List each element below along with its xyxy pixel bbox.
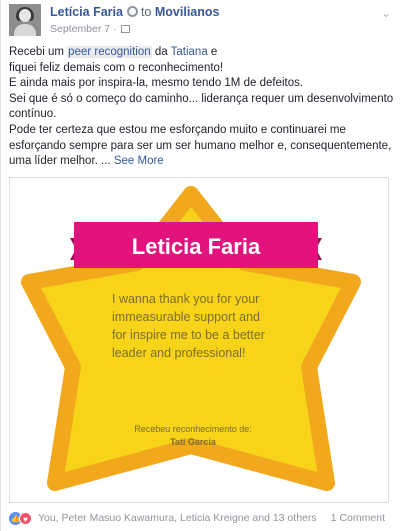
avatar-face: [19, 9, 31, 22]
author-avatar[interactable]: [9, 4, 41, 36]
message-line: immeasurable support and: [112, 310, 260, 324]
recognition-card-graphic: Leticia Faria I wanna thank you for your…: [21, 186, 361, 491]
see-more-link[interactable]: See More: [114, 155, 164, 167]
to-label: to: [140, 5, 152, 19]
meta-separator: ·: [113, 23, 117, 35]
post-footer: 👍 ♥ You, Peter Masuo Kawamura, Leticia K…: [9, 511, 399, 527]
post-line: uma líder melhor. ... See More: [9, 154, 399, 170]
banner-name: Leticia Faria: [132, 234, 261, 259]
message-line: I wanna thank you for your: [112, 292, 259, 306]
tagged-user-tatiana[interactable]: Tatiana: [171, 46, 208, 58]
post-line: esforçando sempre para ser um ser humano…: [9, 139, 392, 152]
author-line: Letícia Faria to Movilianos: [50, 5, 219, 19]
post-meta: September 7 ·: [50, 23, 131, 35]
text-segment: Recebi um: [9, 46, 68, 58]
chevron-down-icon[interactable]: ⌄: [381, 6, 391, 20]
verified-icon: [126, 6, 138, 17]
author-name[interactable]: Letícia Faria: [50, 5, 123, 19]
text-segment: da: [151, 46, 171, 58]
received-from: Tati Garcia: [170, 437, 217, 447]
post-line: E ainda mais por inspira-la, mesmo tendo…: [9, 77, 304, 90]
comments-count[interactable]: 1 Comment: [331, 512, 385, 524]
text-segment: uma líder melhor. ...: [9, 155, 114, 168]
group-name[interactable]: Movilianos: [155, 5, 220, 19]
post-header: Letícia Faria to Movilianos September 7 ·…: [9, 4, 399, 40]
post-card: Letícia Faria to Movilianos September 7 ·…: [0, 0, 401, 531]
love-icon: ♥: [19, 512, 32, 525]
message-line: leader and professional!: [112, 346, 245, 360]
post-line: fiquei feliz demais com o reconhecimento…: [9, 61, 224, 74]
post-line: contínuo.: [9, 108, 57, 121]
received-label: Recebeu reconhecimento de:: [134, 424, 252, 434]
post-line: Recebi um peer recognition da Tatiana e: [9, 45, 399, 61]
post-line: Sei que é só o começo do caminho... lide…: [9, 92, 394, 105]
recognition-card-image[interactable]: Leticia Faria I wanna thank you for your…: [9, 177, 389, 503]
message-line: for inspire me to be a better: [112, 328, 265, 342]
reactors-summary[interactable]: You, Peter Masuo Kawamura, Leticia Kreig…: [38, 512, 317, 524]
text-segment: e: [207, 46, 218, 58]
peer-recognition-link[interactable]: peer recognition: [67, 46, 152, 58]
post-line: Pode ter certeza que estou me esforçando…: [9, 123, 346, 136]
calendar-icon: [121, 25, 131, 33]
post-date[interactable]: September 7: [50, 23, 110, 35]
avatar-shoulders: [14, 24, 36, 36]
post-text: Recebi um peer recognition da Tatiana e …: [9, 45, 399, 170]
